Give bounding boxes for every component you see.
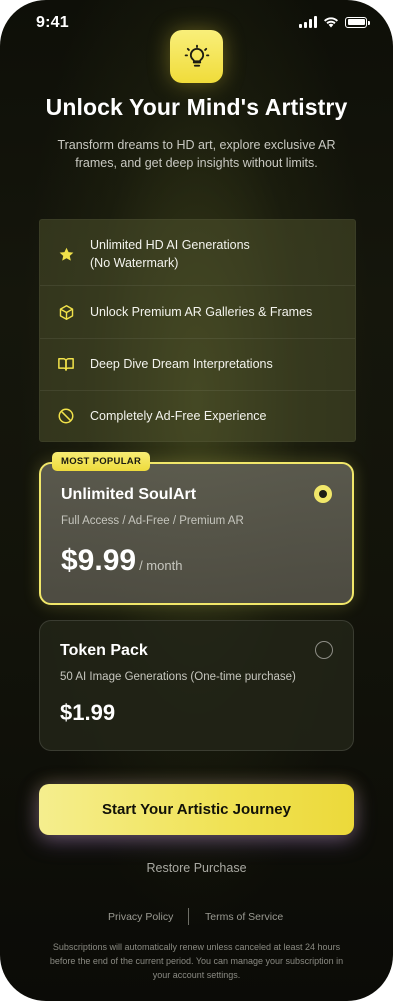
feature-item-ad-free: Completely Ad-Free Experience — [40, 391, 355, 441]
plan-price: $9.99/ month — [61, 544, 183, 577]
feature-item-hd-generations: Unlimited HD AI Generations (No Watermark… — [40, 234, 355, 274]
plan-description: Full Access / Ad-Free / Premium AR — [61, 515, 244, 527]
most-popular-badge: MOST POPULAR — [52, 452, 151, 471]
terms-of-service-link[interactable]: Terms of Service — [205, 911, 283, 923]
wifi-icon — [324, 17, 338, 28]
star-icon — [57, 245, 75, 263]
feature-label: Unlock Premium AR Galleries & Frames — [90, 305, 313, 319]
cube-icon — [57, 303, 75, 321]
restore-purchase-link[interactable]: Restore Purchase — [0, 861, 393, 875]
feature-item-ar-galleries: Unlock Premium AR Galleries & Frames — [40, 286, 355, 338]
subscription-legal-text: Subscriptions will automatically renew u… — [49, 942, 344, 980]
plan-description: 50 AI Image Generations (One-time purcha… — [60, 671, 296, 683]
plan-radio-selected[interactable] — [314, 485, 332, 503]
lightbulb-icon — [170, 30, 223, 83]
plan-card-unlimited-soulart[interactable]: Unlimited SoulArt Full Access / Ad-Free … — [39, 462, 354, 605]
status-time: 9:41 — [36, 14, 69, 31]
plan-name: Unlimited SoulArt — [61, 486, 197, 503]
plan-period: / month — [139, 558, 183, 573]
feature-label: Completely Ad-Free Experience — [90, 409, 267, 423]
page-subtitle: Transform dreams to HD art, explore excl… — [57, 138, 336, 170]
status-icons — [299, 16, 370, 28]
plan-card-token-pack[interactable]: Token Pack 50 AI Image Generations (One-… — [39, 620, 354, 751]
cellular-signal-icon — [299, 16, 317, 28]
plan-radio-unselected[interactable] — [315, 641, 333, 659]
paywall-screen: 9:41 Unlock Your Mind's Artistry Transfo… — [0, 0, 393, 1001]
battery-icon — [345, 16, 370, 28]
block-icon — [57, 407, 75, 425]
page-title: Unlock Your Mind's Artistry — [45, 94, 348, 120]
plan-price: $1.99 — [60, 700, 116, 725]
footer-divider — [188, 908, 189, 925]
book-icon — [57, 355, 75, 373]
feature-item-dream-interpretations: Deep Dive Dream Interpretations — [40, 339, 355, 390]
feature-label: Unlimited HD AI Generations (No Watermark… — [90, 238, 250, 270]
plan-name: Token Pack — [60, 642, 148, 659]
feature-list: Unlimited HD AI Generations (No Watermark… — [39, 219, 356, 442]
footer-links: Privacy Policy Terms of Service — [0, 908, 393, 926]
privacy-policy-link[interactable]: Privacy Policy — [108, 911, 173, 923]
feature-label: Deep Dive Dream Interpretations — [90, 357, 273, 371]
start-journey-button[interactable]: Start Your Artistic Journey — [39, 784, 354, 835]
